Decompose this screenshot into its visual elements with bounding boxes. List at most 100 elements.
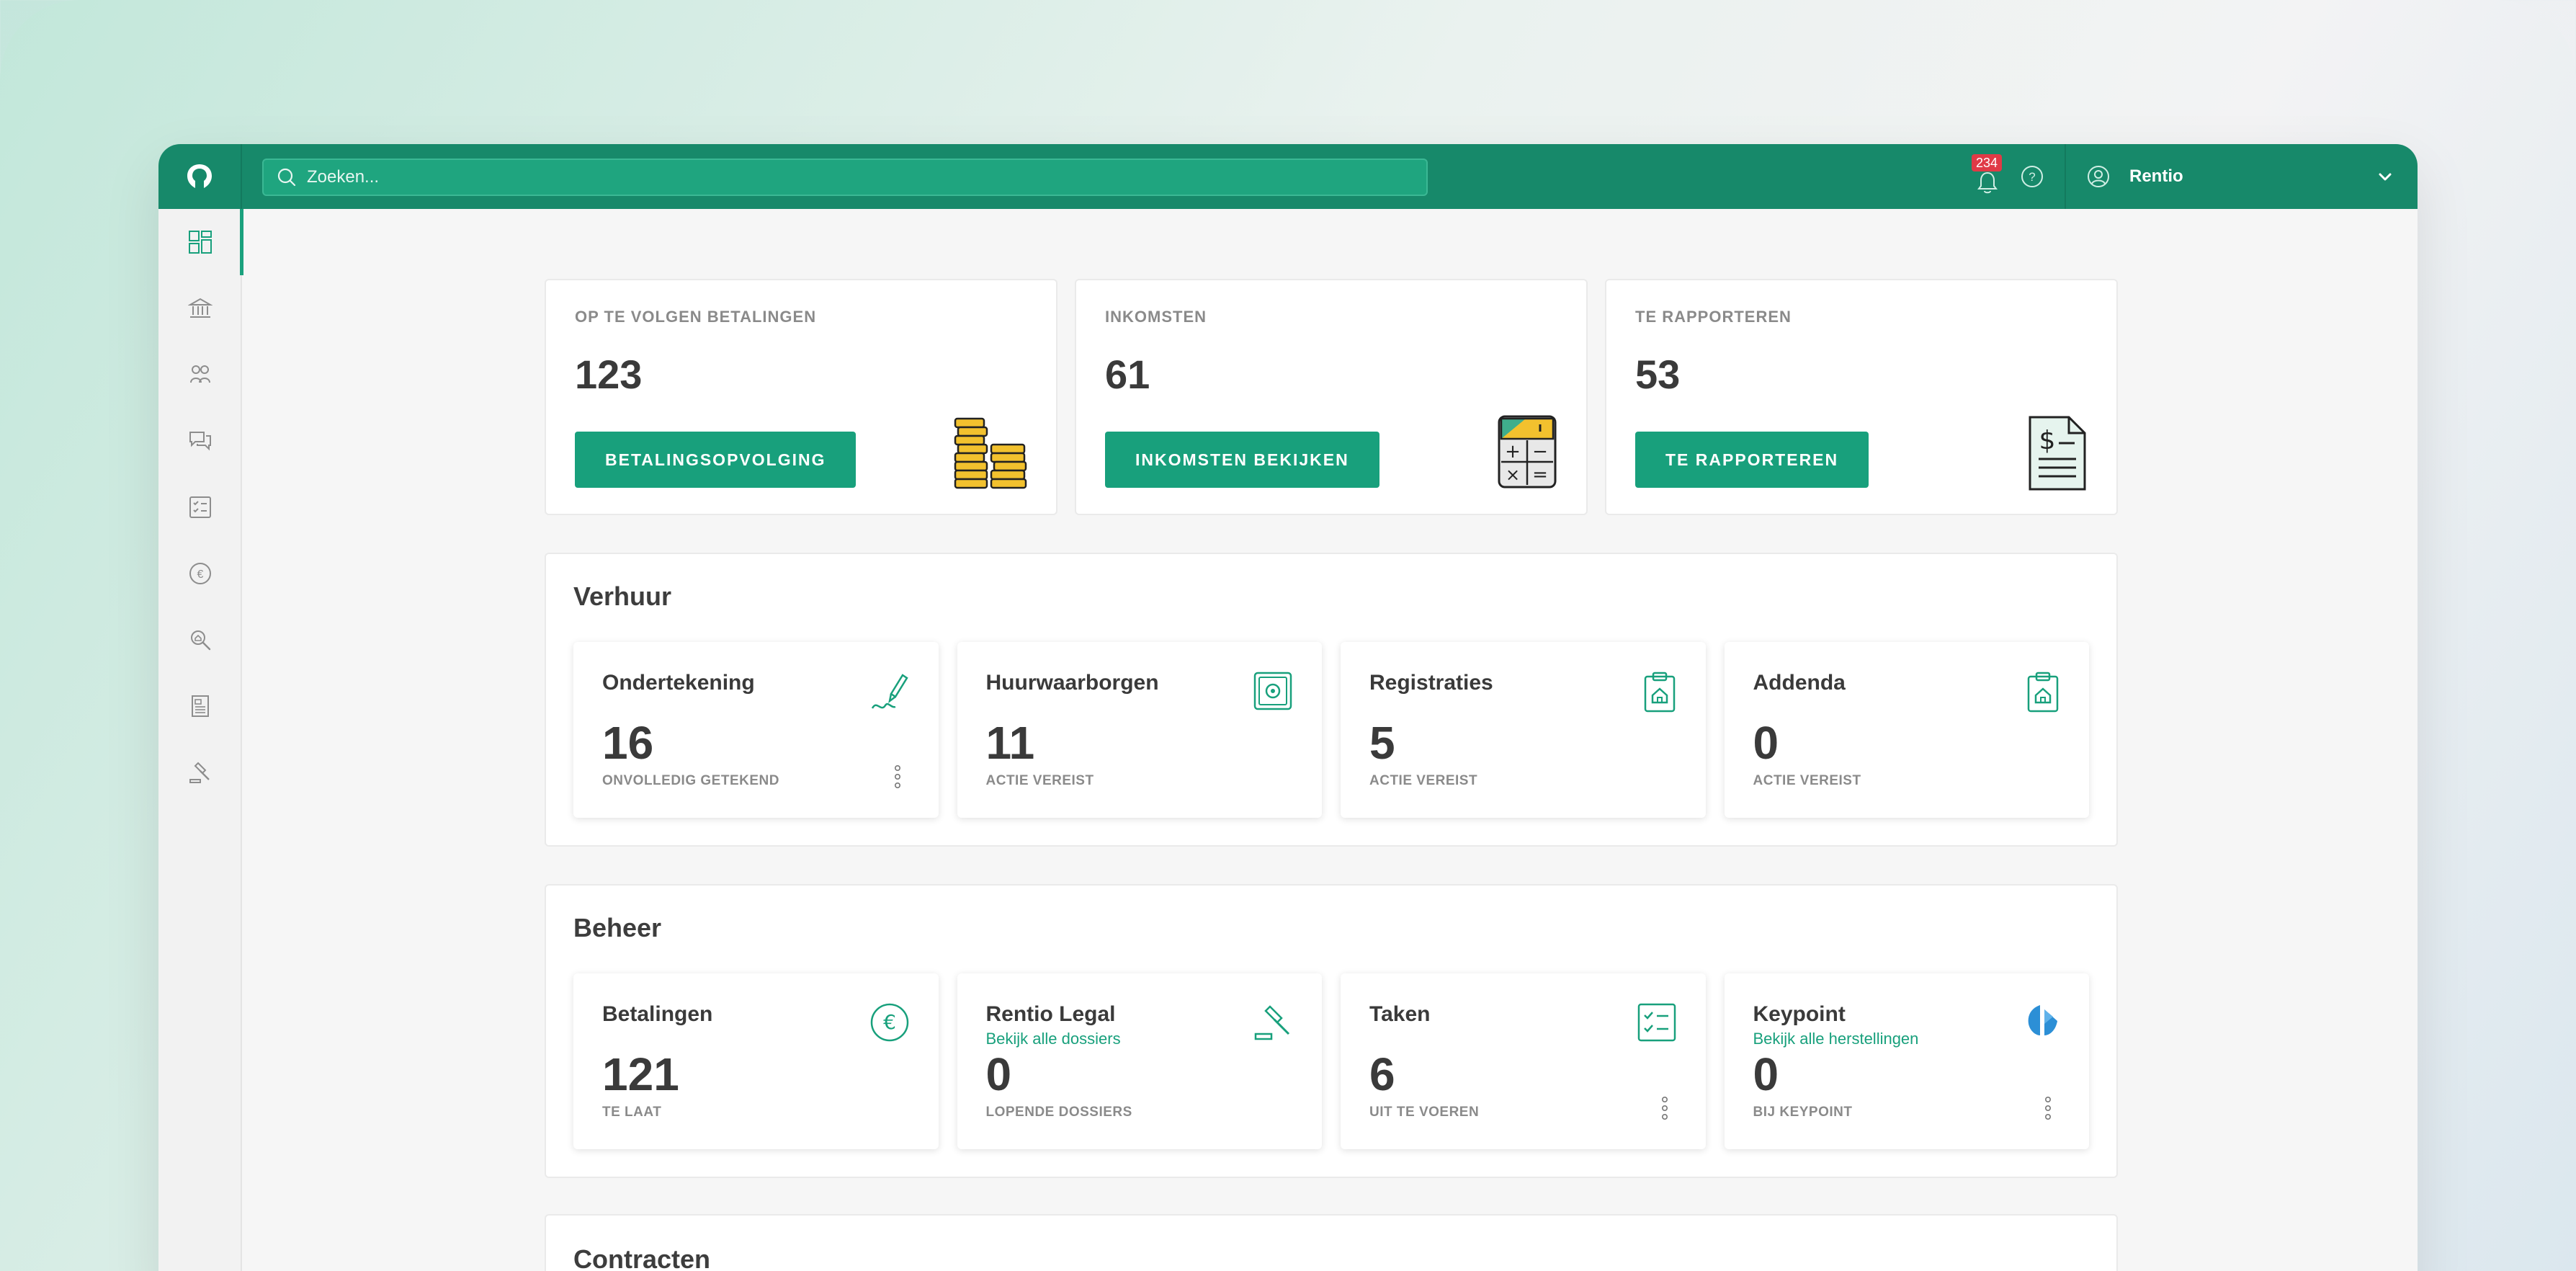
card-keypoint[interactable]: Keypoint Bekijk alle herstellingen 0 BIJ… xyxy=(1724,973,2089,1149)
card-value: 16 xyxy=(602,717,654,769)
card-row: Betalingen 121 TE LAAT € Rentio Legal Be… xyxy=(573,973,2089,1149)
svg-text:+: + xyxy=(1505,441,1521,463)
euro-icon: € xyxy=(189,563,211,584)
calculator-icon: + − × = xyxy=(1498,415,1557,489)
sidebar-item-bank[interactable] xyxy=(158,275,242,342)
svg-text:$: $ xyxy=(2039,426,2056,455)
card-value: 0 xyxy=(985,1048,1012,1100)
svg-text:?: ? xyxy=(2029,170,2035,184)
kpi-value: 123 xyxy=(575,352,643,397)
dashboard-icon xyxy=(189,231,212,254)
kpi-label: OP TE VOLGEN BETALINGEN xyxy=(575,308,817,326)
app-window: 234 ? Rentio xyxy=(158,144,2418,1271)
card-title: Addenda xyxy=(1753,671,1846,695)
kpi-card-payments: OP TE VOLGEN BETALINGEN 123 BETALINGSOPV… xyxy=(545,279,1057,515)
card-tasks[interactable]: Taken 6 UIT TE VOEREN xyxy=(1341,973,1706,1149)
checklist-icon xyxy=(1637,1003,1676,1042)
bank-icon xyxy=(188,298,213,318)
card-label: ACTIE VEREIST xyxy=(1753,773,1861,788)
card-label: UIT TE VOEREN xyxy=(1369,1105,1480,1120)
card-label: ONVOLLEDIG GETEKEND xyxy=(602,773,779,788)
card-rental-deposits[interactable]: Huurwaarborgen 11 ACTIE VEREIST xyxy=(957,642,1322,818)
svg-text:×: × xyxy=(1506,465,1520,485)
management-panel: Beheer Betalingen 121 TE LAAT € Rentio L… xyxy=(545,884,2118,1178)
kpi-label: TE RAPPORTEREN xyxy=(1635,308,1792,326)
svg-text:€: € xyxy=(883,1010,896,1034)
sidebar-item-search-property[interactable] xyxy=(158,607,242,673)
card-title: Ondertekening xyxy=(602,671,755,695)
invoice-icon: $ xyxy=(2029,416,2086,491)
card-title: Registraties xyxy=(1369,671,1493,695)
card-addenda[interactable]: Addenda 0 ACTIE VEREIST xyxy=(1724,642,2089,818)
keypoint-logo-icon xyxy=(2028,1005,2057,1035)
kpi-value: 61 xyxy=(1105,352,1150,397)
card-label: TE LAAT xyxy=(602,1105,662,1120)
bell-icon xyxy=(1977,171,1998,194)
help-icon: ? xyxy=(2021,166,2043,187)
checklist-icon xyxy=(189,496,211,518)
card-value: 0 xyxy=(1753,1048,1779,1100)
svg-text:=: = xyxy=(1532,464,1548,486)
svg-text:€: € xyxy=(197,568,204,581)
gavel-icon xyxy=(189,762,210,783)
document-icon xyxy=(192,695,209,717)
user-icon xyxy=(2088,166,2109,187)
panel-title: Verhuur xyxy=(573,581,672,611)
search-input[interactable] xyxy=(307,167,1387,187)
user-menu[interactable]: Rentio xyxy=(2065,144,2418,209)
more-options-icon[interactable] xyxy=(2044,1096,2052,1120)
sidebar-item-dashboard[interactable] xyxy=(158,209,243,275)
kpi-card-reporting: TE RAPPORTEREN 53 TE RAPPORTEREN $ xyxy=(1605,279,2118,515)
clipboard-house-icon xyxy=(1644,672,1675,713)
search-icon xyxy=(277,168,296,187)
app-logo[interactable] xyxy=(158,144,242,209)
panel-title: Contracten xyxy=(573,1244,711,1271)
card-title: Betalingen xyxy=(602,1002,713,1026)
svg-text:−: − xyxy=(1532,441,1548,463)
sidebar-item-messages[interactable] xyxy=(158,408,242,474)
panel-title: Beheer xyxy=(573,913,662,942)
card-title: Keypoint xyxy=(1753,1002,1846,1026)
more-options-icon[interactable] xyxy=(894,764,901,789)
sidebar-item-payments[interactable]: € xyxy=(158,540,242,607)
view-income-button[interactable]: INKOMSTEN BEKIJKEN xyxy=(1105,432,1379,488)
safe-icon xyxy=(1253,672,1292,710)
sidebar-item-legal[interactable] xyxy=(158,739,242,806)
card-label: ACTIE VEREIST xyxy=(985,773,1094,788)
card-label: BIJ KEYPOINT xyxy=(1753,1105,1853,1120)
search-bar[interactable] xyxy=(262,159,1428,196)
card-value: 6 xyxy=(1369,1048,1395,1100)
chat-icon xyxy=(189,432,211,451)
signature-icon xyxy=(871,674,908,709)
main-content: OP TE VOLGEN BETALINGEN 123 BETALINGSOPV… xyxy=(545,279,2118,1271)
search-property-icon xyxy=(191,630,211,651)
card-payments[interactable]: Betalingen 121 TE LAAT € xyxy=(573,973,939,1149)
notification-badge: 234 xyxy=(1972,154,2003,171)
card-label: LOPENDE DOSSIERS xyxy=(985,1105,1132,1120)
view-all-repairs-link[interactable]: Bekijk alle herstellingen xyxy=(1753,1030,2061,1048)
contracts-panel: Contracten xyxy=(545,1214,2118,1271)
user-name: Rentio xyxy=(2129,166,2183,186)
card-rentio-legal[interactable]: Rentio Legal Bekijk alle dossiers 0 LOPE… xyxy=(957,973,1322,1149)
help-button[interactable]: ? xyxy=(2020,164,2044,192)
kpi-value: 53 xyxy=(1635,352,1681,397)
to-report-button[interactable]: TE RAPPORTEREN xyxy=(1635,432,1869,488)
card-registrations[interactable]: Registraties 5 ACTIE VEREIST xyxy=(1341,642,1706,818)
sidebar-item-documents[interactable] xyxy=(158,673,242,739)
more-options-icon[interactable] xyxy=(1661,1096,1668,1120)
rentio-logo-icon xyxy=(187,164,212,188)
rental-panel: Verhuur Ondertekening 16 ONVOLLEDIG GETE… xyxy=(545,553,2118,847)
sidebar-item-people[interactable] xyxy=(158,342,242,408)
people-icon xyxy=(190,365,210,383)
card-value: 11 xyxy=(985,717,1035,769)
card-signing[interactable]: Ondertekening 16 ONVOLLEDIG GETEKEND xyxy=(573,642,939,818)
card-label: ACTIE VEREIST xyxy=(1369,773,1478,788)
coins-icon xyxy=(954,417,1027,489)
card-value: 121 xyxy=(602,1048,679,1100)
kpi-row: OP TE VOLGEN BETALINGEN 123 BETALINGSOPV… xyxy=(545,279,2118,515)
sidebar-item-tasks[interactable] xyxy=(158,474,242,540)
view-all-files-link[interactable]: Bekijk alle dossiers xyxy=(986,1030,1294,1048)
card-value: 0 xyxy=(1753,717,1779,769)
payment-follow-up-button[interactable]: BETALINGSOPVOLGING xyxy=(575,432,857,488)
clipboard-house-icon xyxy=(2027,672,2059,713)
